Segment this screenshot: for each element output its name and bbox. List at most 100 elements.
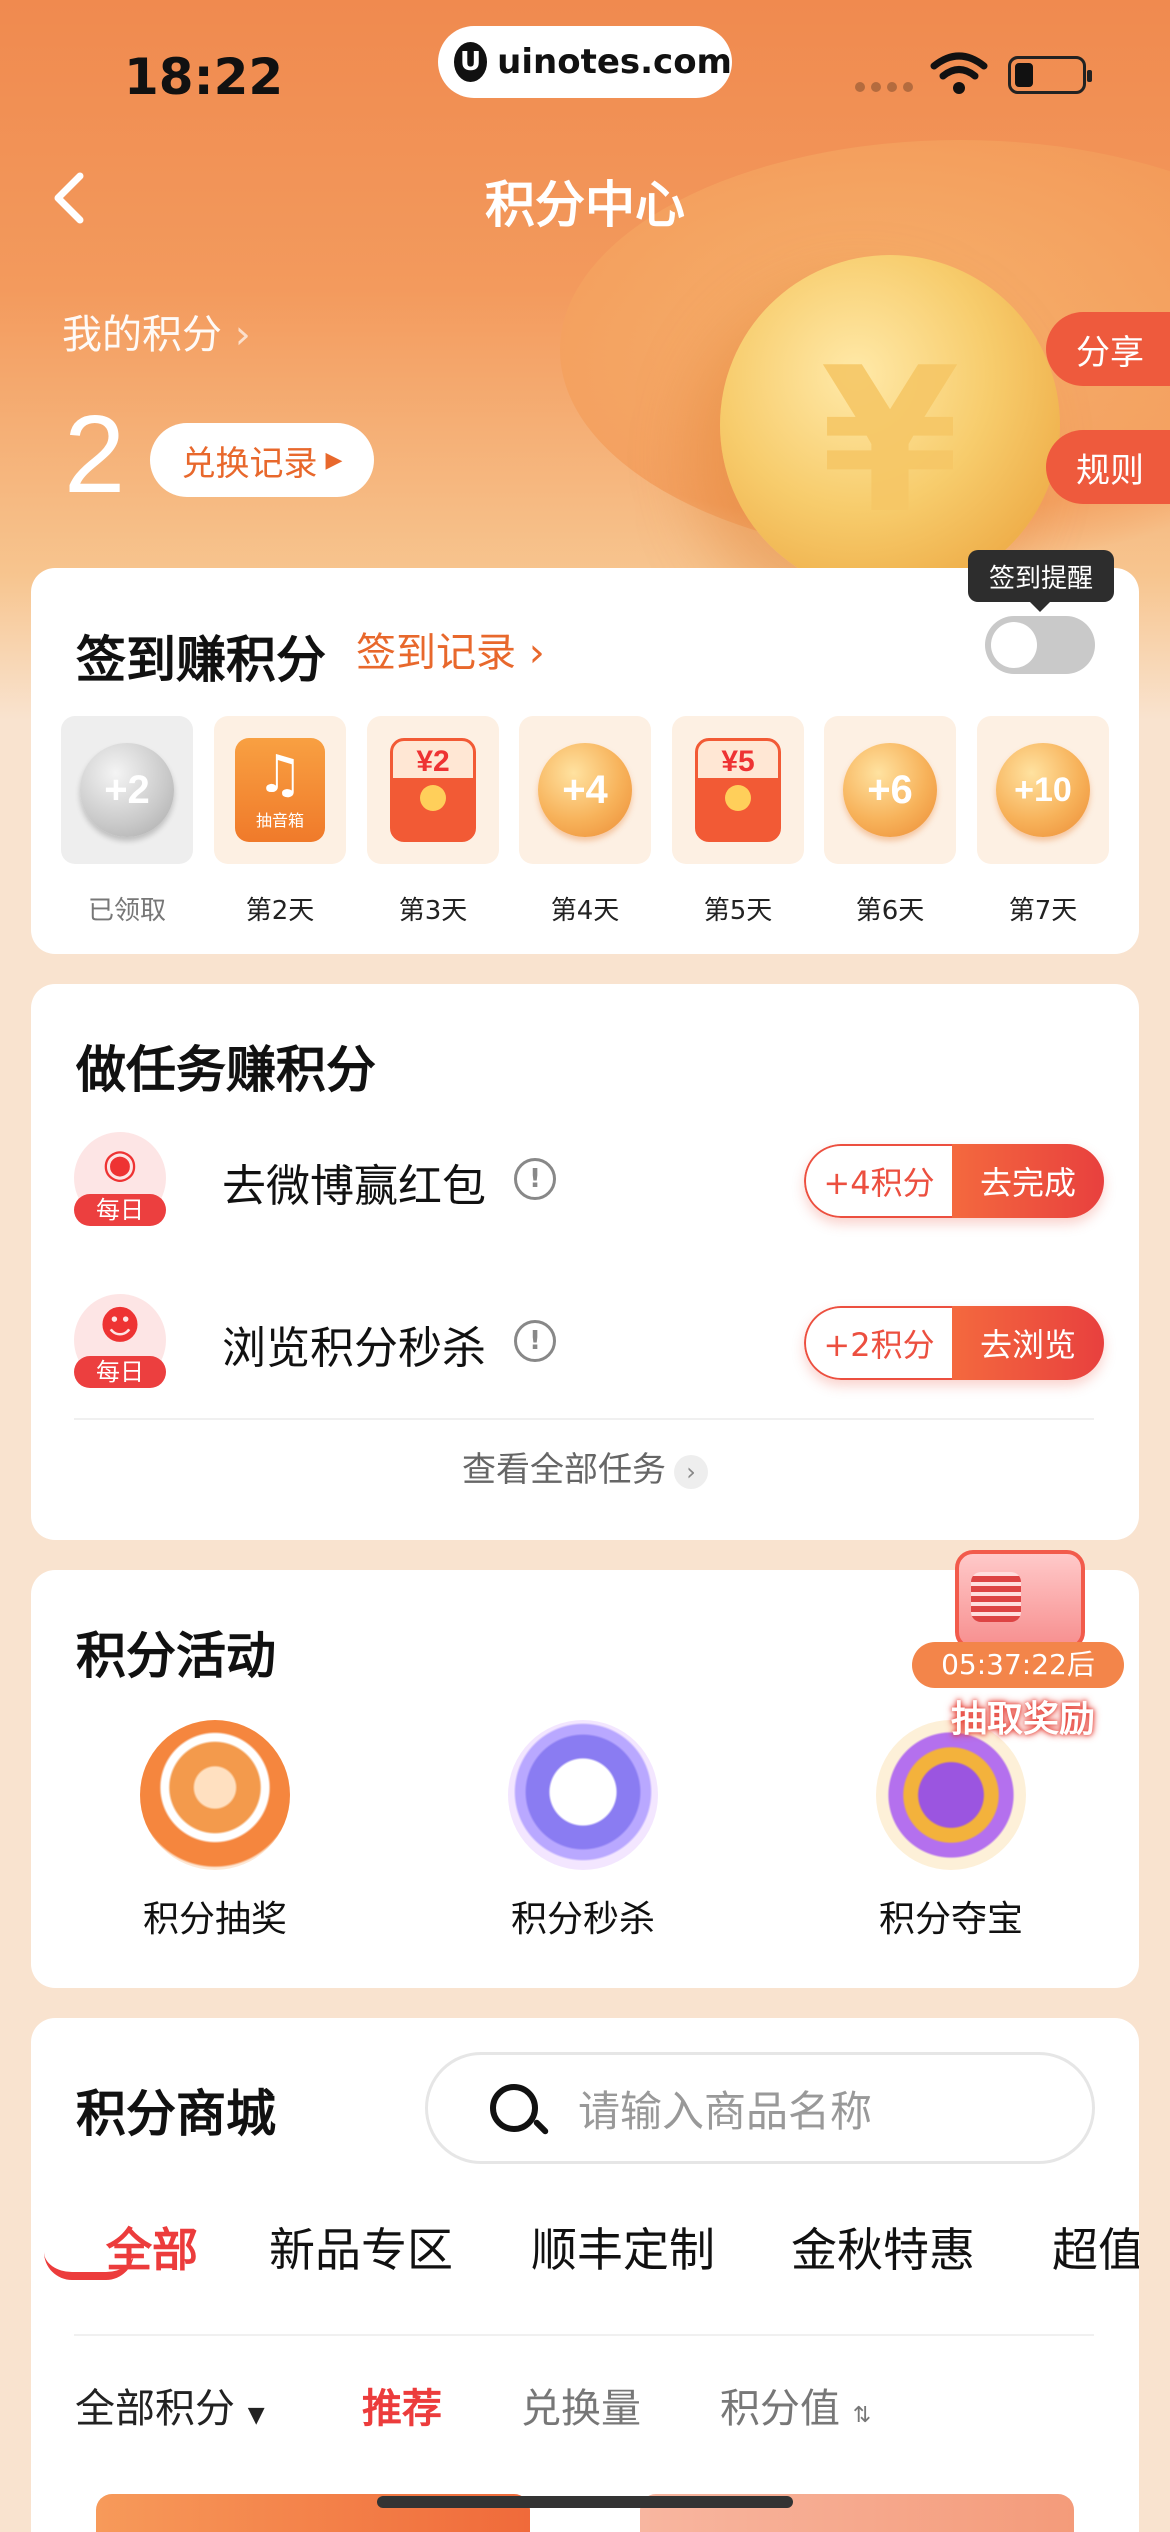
red-packet-icon: ¥5 bbox=[695, 738, 781, 842]
signin-day-label: 第4天 bbox=[550, 896, 620, 926]
reward-coin-icon: +10 bbox=[996, 743, 1090, 837]
my-points-label: 我的积分 bbox=[62, 312, 222, 358]
signin-card: 签到赚积分 签到记录 › +2 已领取 ♫ 抽音箱 第2天 ¥2 第3天 +4 第… bbox=[31, 568, 1139, 954]
signin-day: +2 已领取 bbox=[61, 716, 193, 927]
activity-flash-sale[interactable]: 积分秒杀 bbox=[483, 1720, 683, 1942]
promo-draw-text: 抽取奖励 bbox=[950, 1699, 1095, 1740]
treasure-chest-icon bbox=[876, 1720, 1026, 1870]
signin-day-label: 第5天 bbox=[703, 896, 773, 926]
flash-sale-icon: ☻ 每日 bbox=[74, 1294, 166, 1388]
url-text: uinotes.com bbox=[497, 42, 732, 82]
red-packet-icon: ¥2 bbox=[390, 738, 476, 842]
sort-volume[interactable]: 兑换量 bbox=[521, 2376, 641, 2434]
signin-day: ¥5 第5天 bbox=[672, 716, 804, 927]
activity-lottery[interactable]: 积分抽奖 bbox=[115, 1720, 315, 1942]
task-points: +2积分 bbox=[804, 1306, 952, 1380]
weibo-icon: ◉ 每日 bbox=[74, 1132, 166, 1226]
search-icon bbox=[490, 2084, 538, 2132]
tab-new[interactable]: 新品专区 bbox=[269, 2214, 453, 2280]
caret-right-icon: ▶ bbox=[325, 447, 343, 473]
chevron-right-icon: › bbox=[234, 312, 251, 358]
task-points: +4积分 bbox=[804, 1144, 952, 1218]
signin-day-label: 第6天 bbox=[855, 896, 925, 926]
alarm-clock-icon bbox=[508, 1720, 658, 1870]
sort-recommend[interactable]: 推荐 bbox=[362, 2376, 442, 2434]
coin-illustration: ¥ bbox=[720, 255, 1060, 595]
signin-reminder-toggle[interactable] bbox=[985, 616, 1095, 674]
signin-day: +4 第4天 bbox=[519, 716, 651, 927]
signin-day-label: 已领取 bbox=[87, 896, 166, 926]
signin-day: +6 第6天 bbox=[824, 716, 956, 927]
reward-coin-icon: +6 bbox=[843, 743, 937, 837]
signin-title: 签到赚积分 bbox=[76, 631, 326, 689]
signin-day-label: 第3天 bbox=[398, 896, 468, 926]
redeem-record-label: 兑换记录 bbox=[181, 443, 318, 484]
task-row: ☻ 每日 浏览积分秒杀 ! +2积分 去浏览 bbox=[74, 1294, 1104, 1404]
task-action-button[interactable]: +4积分 去完成 bbox=[804, 1144, 1104, 1218]
divider bbox=[74, 1418, 1094, 1420]
mall-tabs: 全部 新品专区 顺丰定制 金秋特惠 超值 bbox=[76, 2214, 1139, 2294]
tab-autumn-deals[interactable]: 金秋特惠 bbox=[791, 2214, 975, 2280]
sort-all-points-label: 全部积分 bbox=[75, 2386, 235, 2432]
info-icon[interactable]: ! bbox=[514, 1158, 556, 1200]
tasks-card: 做任务赚积分 ◉ 每日 去微博赢红包 ! +4积分 去完成 ☻ 每日 浏览积分秒… bbox=[31, 984, 1139, 1540]
home-indicator bbox=[377, 2496, 793, 2508]
signin-day-label: 第7天 bbox=[1008, 896, 1078, 926]
promo-timer: 05:37:22后 bbox=[912, 1642, 1124, 1688]
tab-sf-custom[interactable]: 顺丰定制 bbox=[531, 2214, 715, 2280]
floating-promo[interactable]: 05:37:22后 抽取奖励 bbox=[900, 1530, 1140, 1740]
activity-label: 积分秒杀 bbox=[510, 1899, 655, 1940]
task-name: 浏览积分秒杀 bbox=[222, 1323, 486, 1374]
sort-value-label: 积分值 bbox=[720, 2386, 840, 2432]
speaker-prize-icon: ♫ 抽音箱 bbox=[235, 738, 325, 842]
activity-label: 积分夺宝 bbox=[878, 1899, 1023, 1940]
info-icon[interactable]: ! bbox=[514, 1320, 556, 1362]
page-title: 积分中心 bbox=[485, 176, 685, 234]
sort-value[interactable]: 积分值 ⇅ bbox=[720, 2376, 871, 2434]
wifi-icon bbox=[930, 52, 988, 94]
lottery-wheel-icon bbox=[140, 1720, 290, 1870]
divider bbox=[74, 2334, 1094, 2336]
signin-record-link[interactable]: 签到记录 › bbox=[356, 620, 545, 678]
battery-icon bbox=[1008, 56, 1092, 94]
rules-button[interactable]: 规则 bbox=[1046, 430, 1170, 504]
share-button[interactable]: 分享 bbox=[1046, 312, 1170, 386]
signin-reminder-tooltip: 签到提醒 bbox=[968, 550, 1114, 612]
chevron-right-icon: › bbox=[528, 630, 545, 676]
task-action-label: 去浏览 bbox=[952, 1306, 1104, 1380]
signin-day: ♫ 抽音箱 第2天 bbox=[214, 716, 346, 927]
my-points-link[interactable]: 我的积分 › bbox=[62, 302, 251, 360]
view-all-tasks-link[interactable]: 查看全部任务 › bbox=[31, 1442, 1139, 1491]
sort-all-points[interactable]: 全部积分 ▼ bbox=[75, 2376, 265, 2434]
tab-value[interactable]: 超值 bbox=[1052, 2214, 1139, 2280]
active-tab-indicator bbox=[44, 2252, 134, 2280]
task-action-button[interactable]: +2积分 去浏览 bbox=[804, 1306, 1104, 1380]
task-action-label: 去完成 bbox=[952, 1144, 1104, 1218]
radio-prize-icon bbox=[955, 1550, 1085, 1650]
signin-day: ¥2 第3天 bbox=[367, 716, 499, 927]
url-pill: U uinotes.com bbox=[438, 26, 732, 98]
mall-title: 积分商城 bbox=[76, 2085, 276, 2143]
caret-down-icon: ▼ bbox=[247, 2403, 265, 2428]
task-row: ◉ 每日 去微博赢红包 ! +4积分 去完成 bbox=[74, 1132, 1104, 1242]
activity-label: 积分抽奖 bbox=[142, 1899, 287, 1940]
daily-badge: 每日 bbox=[74, 1356, 166, 1388]
sort-arrows-icon: ⇅ bbox=[852, 2403, 872, 2428]
reward-coin-icon: +4 bbox=[538, 743, 632, 837]
reward-coin-icon: +2 bbox=[80, 743, 174, 837]
status-time: 18:22 bbox=[124, 48, 284, 106]
points-value: 2 bbox=[64, 393, 126, 516]
signin-record-label: 签到记录 bbox=[356, 630, 516, 676]
activities-title: 积分活动 bbox=[76, 1627, 276, 1685]
chevron-right-icon: › bbox=[674, 1454, 708, 1489]
signin-day-label: 第2天 bbox=[245, 896, 315, 926]
tasks-title: 做任务赚积分 bbox=[76, 1041, 376, 1099]
mall-card: 积分商城 请输入商品名称 全部 新品专区 顺丰定制 金秋特惠 超值 bbox=[31, 2018, 1139, 2532]
mall-search-input[interactable]: 请输入商品名称 bbox=[425, 2052, 1095, 2164]
search-placeholder: 请输入商品名称 bbox=[578, 2086, 873, 2136]
activity-treasure[interactable]: 积分夺宝 bbox=[851, 1720, 1051, 1942]
signin-day: +10 第7天 bbox=[977, 716, 1109, 927]
view-all-label: 查看全部任务 bbox=[462, 1450, 666, 1490]
redeem-record-button[interactable]: 兑换记录 ▶ bbox=[150, 423, 374, 497]
signal-icon bbox=[855, 82, 915, 92]
